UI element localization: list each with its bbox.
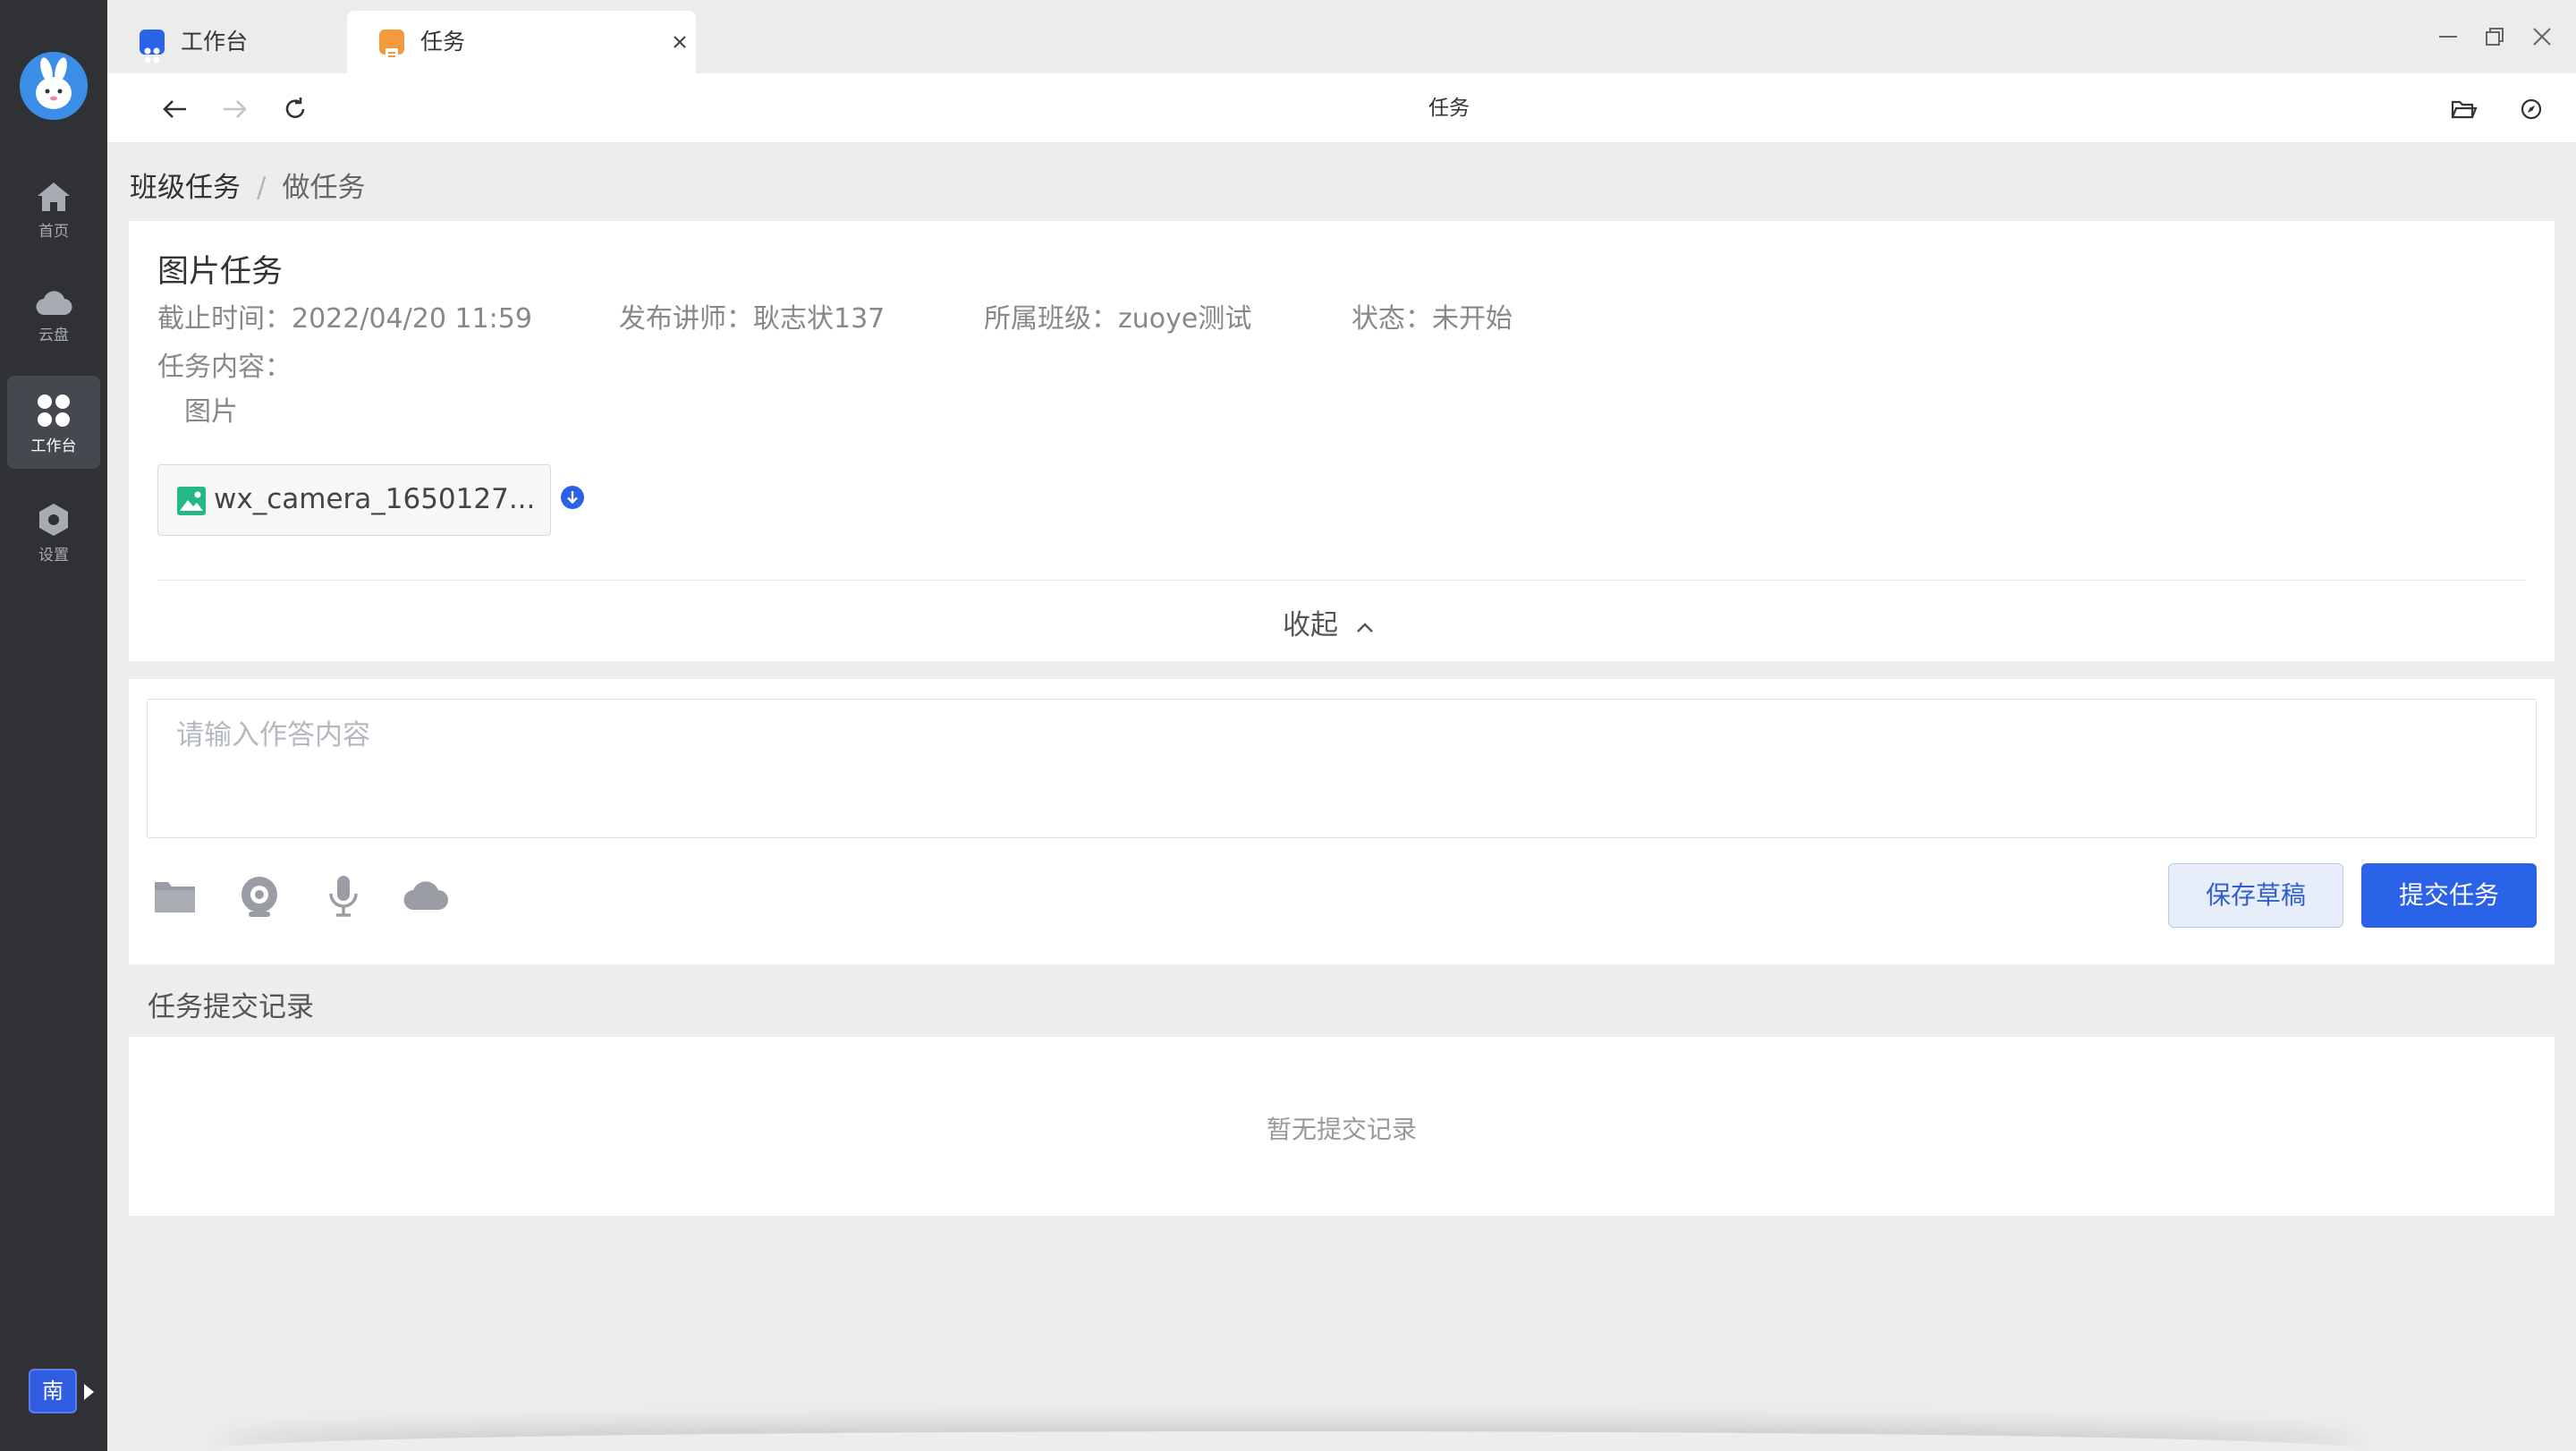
bottom-shadow — [215, 1431, 2361, 1451]
tab-bar: 工作台 任务 — [107, 0, 2576, 73]
restore-icon[interactable] — [2481, 23, 2508, 50]
sidebar-item-label: 工作台 — [30, 437, 77, 455]
tab-label: 任务 — [420, 29, 466, 55]
records-card: 暂无提交记录 — [129, 1037, 2555, 1216]
refresh-icon[interactable] — [279, 93, 311, 125]
microphone-icon[interactable] — [320, 874, 367, 919]
task-content-label: 任务内容： — [157, 352, 292, 383]
settings-icon — [39, 504, 68, 536]
tab-task[interactable]: 任务 — [347, 11, 696, 73]
records-empty-text: 暂无提交记录 — [1266, 1115, 1417, 1144]
breadcrumb-parent[interactable]: 班级任务 — [130, 172, 241, 204]
sidebar-item-workbench[interactable]: 工作台 — [7, 376, 100, 469]
forward-arrow-icon[interactable] — [218, 93, 250, 125]
collapse-label: 收起 — [1283, 609, 1338, 641]
chevron-up-icon — [1357, 622, 1373, 632]
back-arrow-icon[interactable] — [159, 93, 191, 125]
cloud-upload-icon[interactable] — [402, 874, 449, 919]
window-close-icon[interactable] — [2529, 23, 2555, 50]
download-icon[interactable] — [559, 484, 586, 511]
minimize-icon[interactable] — [2435, 23, 2462, 50]
cloud-icon — [36, 291, 72, 316]
attachment-chip[interactable]: wx_camera_1650127... — [157, 464, 551, 536]
page-title: 任务 — [1428, 97, 1470, 120]
breadcrumb: 班级任务 / 做任务 — [130, 165, 365, 205]
task-deadline: 截止时间：2022/04/20 11:59 — [157, 303, 532, 335]
address-bar: 任务 — [107, 73, 2576, 143]
sidebar-item-label: 云盘 — [38, 327, 69, 344]
expand-arrow-icon[interactable] — [84, 1384, 94, 1400]
save-draft-button[interactable]: 保存草稿 — [2168, 863, 2343, 928]
close-icon[interactable] — [667, 30, 692, 55]
sidebar-item-settings[interactable]: 设置 — [7, 485, 100, 578]
grid-icon — [38, 395, 70, 427]
sidebar: 首页 云盘 工作台 设置 南 — [0, 0, 107, 1451]
sidebar-item-cloud[interactable]: 云盘 — [7, 270, 100, 363]
task-tab-icon — [379, 30, 404, 63]
task-info-card: 图片任务 截止时间：2022/04/20 11:59 发布讲师：耿志状137 所… — [129, 221, 2555, 661]
camera-icon[interactable] — [236, 874, 283, 919]
collapse-toggle[interactable]: 收起 — [1283, 602, 1376, 642]
attachment-name: wx_camera_1650127... — [214, 483, 536, 515]
records-title: 任务提交记录 — [148, 991, 314, 1023]
task-class: 所属班级：zuoye测试 — [984, 303, 1252, 335]
app-avatar[interactable] — [20, 52, 88, 120]
open-folder-icon[interactable] — [2447, 93, 2479, 125]
sidebar-item-label: 首页 — [38, 223, 69, 241]
folder-icon[interactable] — [152, 874, 199, 919]
task-title: 图片任务 — [157, 254, 284, 290]
divider — [157, 580, 2526, 581]
tab-label: 工作台 — [181, 29, 249, 55]
answer-card: 保存草稿 提交任务 — [129, 679, 2555, 964]
answer-input[interactable] — [147, 699, 2537, 838]
task-teacher: 发布讲师：耿志状137 — [619, 303, 886, 335]
compass-icon[interactable] — [2515, 93, 2547, 125]
submit-task-button[interactable]: 提交任务 — [2361, 863, 2537, 928]
sidebar-item-home[interactable]: 首页 — [7, 163, 100, 256]
sidebar-item-label: 设置 — [38, 547, 69, 564]
home-icon — [38, 182, 70, 211]
workbench-tab-icon — [140, 30, 165, 64]
image-file-icon — [177, 487, 206, 515]
breadcrumb-current: 做任务 — [282, 172, 366, 204]
task-content-text: 图片 — [184, 396, 238, 428]
rabbit-logo-icon — [20, 52, 88, 120]
task-status: 状态：未开始 — [1352, 303, 1513, 335]
user-badge[interactable]: 南 — [29, 1369, 77, 1413]
tab-workbench[interactable]: 工作台 — [107, 11, 347, 73]
breadcrumb-separator: / — [257, 172, 267, 204]
